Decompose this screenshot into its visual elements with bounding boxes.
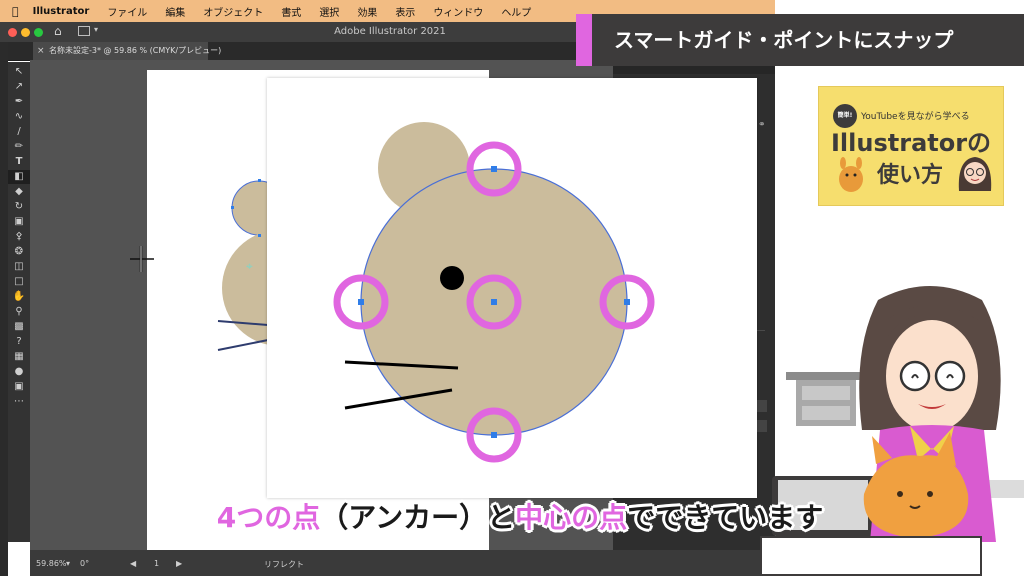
caption-part-3: 中心の点 <box>515 501 628 534</box>
mouse-eye-shape[interactable] <box>440 266 464 290</box>
next-artboard-icon[interactable]: ▶ <box>176 559 182 568</box>
presenter-avatar-icon <box>958 157 992 191</box>
desk-panel <box>760 536 982 576</box>
link-icon[interactable]: ⚭ <box>758 120 766 130</box>
anchor-point-left[interactable] <box>358 299 364 305</box>
center-point[interactable] <box>491 299 497 305</box>
logo-subtitle: 使い方 <box>877 163 944 188</box>
anchor-point[interactable] <box>258 179 261 182</box>
rotation-value[interactable]: 0° <box>80 559 89 568</box>
zoomed-artwork <box>333 122 655 463</box>
current-tool-name: リフレクト <box>264 560 304 569</box>
prev-artboard-icon[interactable]: ◀ <box>130 559 136 568</box>
artboard-number[interactable]: 1 <box>154 559 159 568</box>
anchor-point[interactable] <box>231 206 234 209</box>
center-crosshair-icon: ⌖ <box>246 259 253 273</box>
title-banner: スマートガイド・ポイントにスナップ <box>576 14 1024 66</box>
zoom-dropdown-icon[interactable]: ▾ <box>66 559 70 568</box>
zoom-level[interactable]: 59.86% <box>36 559 67 568</box>
banner-accent <box>576 14 592 66</box>
channel-logo: 簡単! YouTubeを見ながら学べる Illustratorの 使い方 <box>818 86 1004 206</box>
squirrel-mascot-icon <box>839 157 863 192</box>
anchor-point[interactable] <box>258 234 261 237</box>
caption-part-2: （アンカー）と <box>320 501 516 534</box>
status-bar: 59.86% ▾ 0° ◀ 1 ▶ リフレクト <box>30 550 775 576</box>
anchor-point-top[interactable] <box>491 166 497 172</box>
anchor-point-bottom[interactable] <box>491 432 497 438</box>
banner-title: スマートガイド・ポイントにスナップ <box>614 28 954 52</box>
caption-part-1: 4つの点 <box>216 501 321 534</box>
reflect-cursor-icon <box>130 246 154 272</box>
caption-subtitle: 4つの点（アンカー）と中心の点でできています <box>190 497 850 539</box>
caption-part-4: でできています <box>627 501 824 534</box>
background-whisker-line[interactable] <box>217 339 269 351</box>
logo-tagline: YouTubeを見ながら学べる <box>861 112 970 122</box>
anchor-point-right[interactable] <box>624 299 630 305</box>
